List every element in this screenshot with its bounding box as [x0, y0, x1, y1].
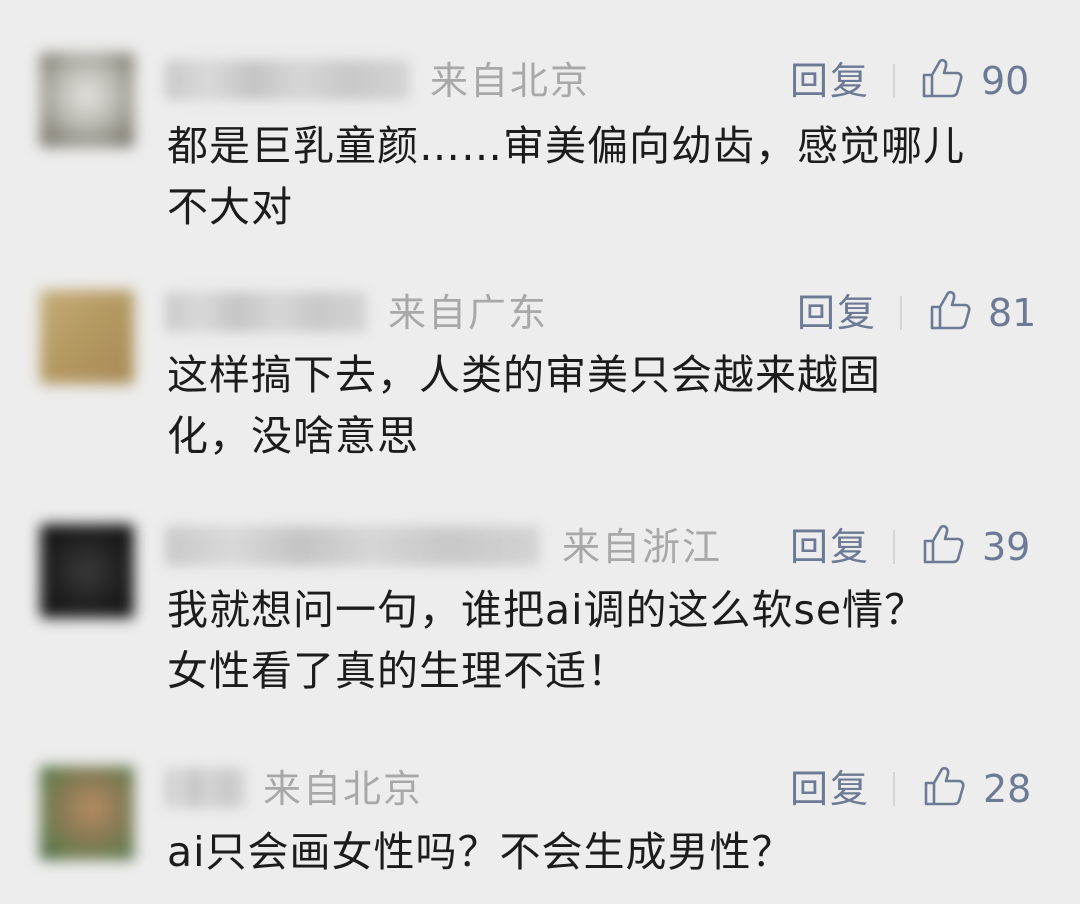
username-blurred[interactable] [165, 292, 367, 332]
thumbs-up-icon[interactable] [921, 522, 965, 566]
like-count: 81 [988, 291, 1037, 335]
divider [900, 296, 902, 330]
thumbs-up-icon[interactable] [920, 56, 964, 100]
comment-text: 都是巨乳童颜……审美偏向幼齿，感觉哪儿 不大对 [167, 122, 965, 231]
comment-text: 这样搞下去，人类的审美只会越来越固 化，没啥意思 [167, 351, 881, 460]
reply-button[interactable]: 回复 [790, 61, 870, 101]
divider [893, 530, 895, 564]
reply-button[interactable]: 回复 [790, 769, 870, 809]
thumbs-up-icon[interactable] [922, 764, 966, 808]
divider [893, 64, 895, 98]
divider [893, 772, 895, 806]
like-count: 39 [982, 525, 1031, 569]
comment-text: ai只会画女性吗？不会生成男性？ [167, 828, 794, 876]
location-label: 来自北京 [263, 767, 424, 811]
like-count: 90 [981, 59, 1030, 103]
thumbs-up-icon[interactable] [928, 288, 972, 332]
username-blurred[interactable] [165, 60, 410, 100]
like-count: 28 [983, 767, 1032, 811]
avatar[interactable] [40, 766, 134, 860]
username-blurred[interactable] [165, 526, 540, 566]
comment-text: 我就想问一句，谁把ai调的这么软se情？ 女性看了真的生理不适！ [167, 586, 927, 695]
avatar[interactable] [40, 53, 134, 147]
location-label: 来自北京 [430, 59, 591, 103]
location-label: 来自浙江 [562, 525, 723, 569]
username-blurred[interactable] [165, 768, 245, 808]
avatar[interactable] [40, 524, 134, 618]
comment-list: 来自北京 回复 90 都是巨乳童颜……审美偏向幼齿，感觉哪儿 不大对 来自广东 … [0, 0, 1080, 904]
location-label: 来自广东 [388, 291, 549, 335]
reply-button[interactable]: 回复 [797, 293, 877, 333]
avatar[interactable] [40, 290, 134, 384]
reply-button[interactable]: 回复 [790, 527, 870, 567]
